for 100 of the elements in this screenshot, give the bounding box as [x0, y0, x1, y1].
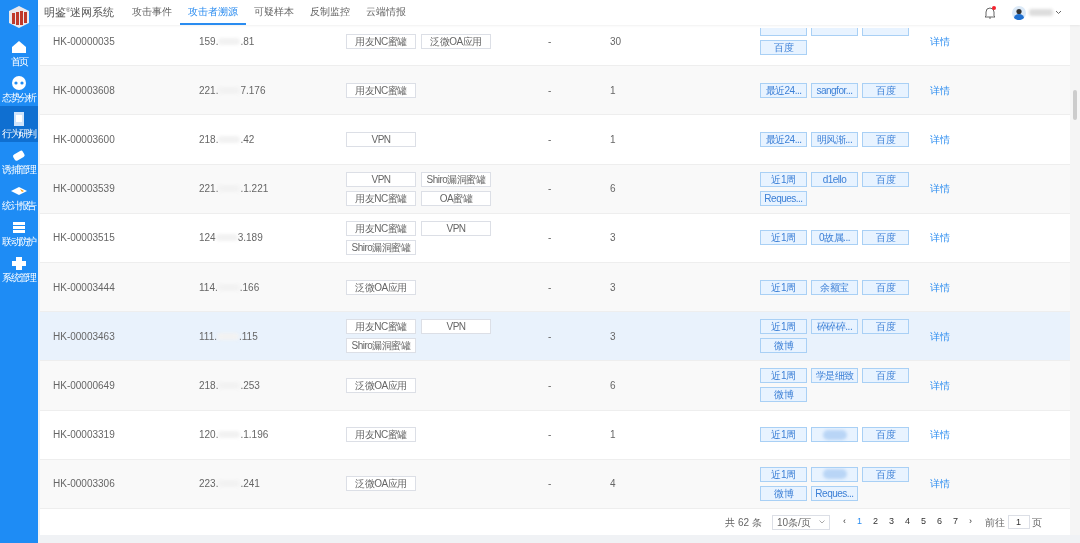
details-link[interactable]: 详情 — [930, 33, 950, 49]
details-link[interactable]: 详情 — [930, 328, 950, 344]
intel-tag[interactable]: 近1周 — [760, 368, 807, 384]
tag-button[interactable]: 用友NC蜜罐 — [346, 82, 416, 98]
details-link[interactable]: 详情 — [930, 181, 950, 197]
table-cell-text: HK-00003319 — [52, 428, 116, 443]
page-size-select[interactable]: 10条/页 — [771, 514, 830, 530]
intel-tag[interactable]: 微博 — [760, 387, 807, 403]
next-page-button[interactable]: › — [966, 515, 975, 529]
tag-button[interactable]: Shiro漏洞蜜罐 — [346, 338, 416, 354]
page-number[interactable]: 6 — [933, 515, 945, 529]
sidebar-item[interactable]: 首页 — [0, 34, 38, 70]
table-cell-text: - — [547, 477, 553, 492]
tag-button[interactable]: Shiro漏洞蜜罐 — [346, 239, 416, 255]
intel-tag[interactable]: 学是细致 — [811, 368, 858, 384]
intel-tag[interactable]: 余额宝 — [811, 279, 858, 295]
tag-button[interactable]: 泛微OA应用 — [346, 377, 416, 393]
table-cell-text: 1 — [610, 428, 617, 443]
details-link[interactable]: 详情 — [930, 476, 950, 492]
intel-tag[interactable]: 近1周 — [760, 319, 807, 335]
intel-tag[interactable]: Reques... — [760, 190, 807, 206]
intel-tag[interactable]: 百度 — [862, 131, 909, 147]
nav-tab[interactable]: 攻击事件 — [124, 0, 181, 25]
details-link[interactable]: 详情 — [930, 82, 950, 98]
nav-tab[interactable]: 可疑样本 — [246, 0, 303, 25]
table-cell-text: HK-00000035 — [52, 34, 116, 49]
tag-button[interactable]: 用友NC蜜罐 — [346, 427, 416, 443]
intel-tag[interactable]: 0故属... — [811, 230, 858, 246]
page-number[interactable]: 3 — [885, 515, 897, 529]
details-link[interactable]: 详情 — [930, 131, 950, 147]
ip-address: 218. .42 — [199, 132, 256, 147]
tag-button[interactable]: VPN — [421, 319, 491, 335]
sidebar-item[interactable]: 态势分析 — [0, 70, 38, 106]
nav-tab[interactable]: 反制监控 — [302, 0, 359, 25]
intel-tag[interactable]: 近1周 — [760, 466, 807, 482]
table-cell-text: 1 — [610, 83, 617, 98]
page-number[interactable]: 2 — [869, 515, 881, 529]
page-input[interactable]: 1 — [1007, 515, 1030, 529]
intel-tag[interactable]: 最近24... — [760, 82, 807, 98]
tag-button[interactable]: 用友NC蜜罐 — [346, 220, 416, 236]
sidebar-item[interactable]: 系统管理 — [0, 250, 38, 286]
app-title: 明鉴$^{®}$迷网系统 — [44, 5, 115, 21]
intel-tag[interactable]: 百度 — [862, 368, 909, 384]
nav-tab[interactable]: 云端情报 — [358, 0, 415, 25]
table-cell-text: 3 — [610, 329, 617, 344]
sidebar-item[interactable]: 统计报告 — [0, 178, 38, 214]
intel-tag[interactable]: 微博 — [760, 338, 807, 354]
table-cell-text: HK-00003463 — [52, 329, 116, 344]
table-cell-text: 1 — [610, 132, 617, 147]
tag-button[interactable]: VPN — [346, 171, 416, 187]
intel-tag[interactable]: 近1周 — [760, 171, 807, 187]
intel-tag[interactable]: 百度 — [862, 319, 909, 335]
details-link[interactable]: 详情 — [930, 279, 950, 295]
intel-tag[interactable]: 百度 — [862, 427, 909, 443]
details-link[interactable]: 详情 — [930, 230, 950, 246]
page-number[interactable]: 5 — [917, 515, 929, 529]
details-link[interactable]: 详情 — [930, 377, 950, 393]
intel-tag[interactable]: 明风渐... — [811, 131, 858, 147]
intel-tag[interactable]: 微博 — [760, 485, 807, 501]
tag-button[interactable]: 泛微OA应用 — [346, 279, 416, 295]
table-cell-text: - — [547, 428, 553, 443]
sidebar-item[interactable]: 诱捕管理 — [0, 142, 38, 178]
tag-button[interactable]: VPN — [421, 220, 491, 236]
intel-tag[interactable]: 百度 — [862, 82, 909, 98]
table-cell-text: 6 — [610, 182, 617, 197]
intel-tag[interactable]: Reques... — [811, 485, 858, 501]
intel-tag[interactable]: 百度 — [862, 466, 909, 482]
intel-tag[interactable]: d1ello — [811, 171, 858, 187]
tag-button[interactable]: 泛微OA应用 — [421, 33, 491, 49]
ip-address: 221. .1.221 — [199, 182, 270, 197]
tag-button[interactable]: 用友NC蜜罐 — [346, 319, 416, 335]
intel-tag[interactable]: 百度 — [862, 230, 909, 246]
tag-button[interactable]: Shiro漏洞蜜罐 — [421, 171, 491, 187]
intel-tag[interactable]: 百度 — [862, 171, 909, 187]
sidebar-item[interactable]: 行为研判 — [0, 106, 38, 142]
intel-tag[interactable]: sangfor... — [811, 82, 858, 98]
intel-tag[interactable]: 碎碎碎... — [811, 319, 858, 335]
table-cell-text: - — [547, 280, 553, 295]
prev-page-button[interactable]: ‹ — [839, 515, 849, 529]
intel-tag[interactable]: 近1周 — [760, 230, 807, 246]
intel-tag[interactable]: 百度 — [862, 279, 909, 295]
tag-button[interactable]: VPN — [346, 131, 416, 147]
page-number[interactable]: 1 — [853, 515, 865, 529]
intel-tag[interactable]: 近1周 — [760, 279, 807, 295]
page-number[interactable]: 4 — [901, 515, 913, 529]
table-cell-text: 3 — [610, 231, 617, 246]
intel-tag[interactable]: 近1周 — [760, 427, 807, 443]
intel-tag[interactable]: 最近24... — [760, 131, 807, 147]
sidebar-item[interactable]: 联动防护 — [0, 214, 38, 250]
page-number[interactable]: 7 — [950, 515, 961, 529]
tag-button[interactable]: OA蜜罐 — [421, 190, 491, 206]
intel-tag[interactable]: 百度 — [760, 39, 807, 55]
ip-address: 221. 7.176 — [199, 83, 267, 98]
table-cell-text: HK-00003539 — [52, 182, 116, 197]
table-cell-text: 3 — [610, 280, 617, 295]
table-cell-text: HK-00003306 — [52, 477, 116, 492]
tag-button[interactable]: 用友NC蜜罐 — [346, 190, 416, 206]
tag-button[interactable]: 用友NC蜜罐 — [346, 33, 416, 49]
tag-button[interactable]: 泛微OA应用 — [346, 476, 416, 492]
details-link[interactable]: 详情 — [930, 427, 950, 443]
